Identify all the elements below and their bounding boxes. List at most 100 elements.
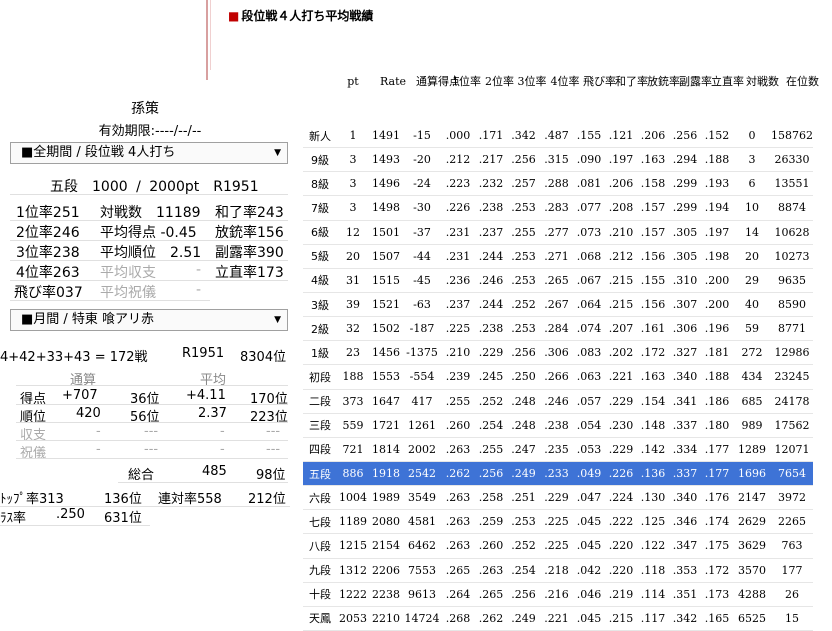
divider [10, 300, 210, 301]
table-cell: .239 [441, 364, 475, 390]
stat-1st-rate: 1位率251 [16, 205, 80, 221]
row-rank-label: 十段 [303, 582, 337, 607]
table-cell: 1647 [369, 389, 403, 414]
table-cell: .157 [637, 195, 669, 221]
row-rank-label: 九段 [303, 558, 337, 583]
table-cell: .000 [441, 124, 475, 149]
table-cell: .258 [475, 485, 507, 511]
row-rank-label: 六段 [303, 485, 337, 511]
table-cell: .232 [475, 171, 507, 197]
table-cell: .229 [605, 389, 637, 414]
last-rate: .250 [56, 507, 85, 522]
table-cell: .284 [540, 316, 573, 342]
table-cell: .255 [475, 437, 507, 462]
table-cell: .163 [637, 364, 669, 390]
table-cell: -20 [403, 147, 441, 173]
header-label: 3位率 [517, 75, 547, 88]
table-cell: 1456 [369, 340, 403, 366]
table-cell: .042 [573, 558, 605, 583]
table-cell: 3 [337, 195, 369, 221]
table-cell: 373 [337, 389, 369, 414]
table-cell: 1507 [369, 244, 403, 269]
table-cell: 1004 [337, 485, 369, 511]
table-cell: -44 [403, 244, 441, 269]
table-cell: .130 [637, 485, 669, 511]
period-select-monthly[interactable]: ■月間 / 特東 喰アリ赤 ▼ [10, 309, 288, 331]
table-cell: 24178 [771, 389, 813, 414]
row-rank-label: 2級 [303, 316, 337, 342]
table-cell: .288 [540, 171, 573, 197]
table-cell: 9635 [771, 268, 813, 293]
stat-deal-in-rate: 放銃率156 [215, 225, 284, 241]
table-cell: 417 [403, 389, 441, 414]
table-cell: .053 [573, 437, 605, 462]
table-cell: .235 [540, 437, 573, 462]
table-cell: 3 [337, 171, 369, 197]
monthly-games: 4+42+33+43 = 172戦 [0, 350, 148, 365]
table-cell: -15 [403, 124, 441, 149]
table-cell: .158 [637, 171, 669, 197]
divider [16, 422, 288, 423]
table-cell: .307 [669, 292, 701, 318]
table-cell: .248 [507, 413, 540, 438]
table-cell: 23 [337, 340, 369, 366]
table-cell: -37 [403, 220, 441, 245]
table-cell: .157 [637, 220, 669, 245]
row-rank-label: 5級 [303, 244, 337, 269]
table-cell: .226 [605, 461, 637, 487]
divider [0, 506, 290, 507]
table-cell: .256 [669, 124, 701, 149]
table-cell: 1814 [369, 437, 403, 462]
rank-avg: 2.37 [198, 406, 227, 421]
row-rank-label: 新人 [303, 124, 337, 149]
top-rate: ﾄｯﾌﾟ率313 [0, 492, 64, 507]
table-cell: .163 [637, 147, 669, 173]
table-cell: 886 [337, 461, 369, 487]
table-cell: .253 [507, 244, 540, 269]
table-cell: .256 [475, 461, 507, 487]
rank-summary: 五段 1000 / 2000pt R1951 [50, 179, 259, 195]
table-cell: .256 [507, 582, 540, 607]
table-cell: .351 [669, 582, 701, 607]
table-cell: .253 [507, 195, 540, 221]
period-select-all[interactable]: ■全期間 / 段位戦 4人打ち ▼ [10, 142, 288, 164]
table-cell: .245 [475, 364, 507, 390]
table-cell: .266 [540, 364, 573, 390]
table-cell: .254 [475, 413, 507, 438]
table-cell: .212 [605, 244, 637, 269]
divider [10, 260, 288, 261]
stat-2nd-rate: 2位率246 [16, 225, 80, 241]
table-cell: 1696 [733, 461, 771, 487]
row-rank-label: 8級 [303, 171, 337, 197]
table-cell: .265 [475, 582, 507, 607]
rentai-rate-rank: 212位 [248, 492, 286, 507]
table-cell: .200 [701, 268, 733, 293]
table-cell: 2147 [733, 485, 771, 511]
table-cell: 8771 [771, 316, 813, 342]
table-cell: 4581 [403, 509, 441, 535]
stat-avg-balance-value: - [196, 262, 202, 278]
table-cell: 1515 [369, 268, 403, 293]
table-cell: 3570 [733, 558, 771, 583]
table-cell: .083 [573, 340, 605, 366]
header-accent-line-faint [210, 0, 211, 70]
table-cell: .231 [441, 220, 475, 245]
table-cell: .077 [573, 195, 605, 221]
table-cell: .263 [475, 558, 507, 583]
table-cell: .047 [573, 485, 605, 511]
divider [16, 404, 288, 405]
table-cell: .305 [669, 220, 701, 245]
table-cell: .265 [441, 558, 475, 583]
table-row: 十段 1222 2238 9613.264.265.256.216.046.219.1… [303, 582, 813, 607]
overall-label: 総合 [128, 468, 155, 483]
table-cell: 32 [337, 316, 369, 342]
balance-avg-rank: --- [266, 424, 281, 439]
table-cell: 14 [733, 220, 771, 245]
divider [0, 525, 150, 526]
table-cell: 1521 [369, 292, 403, 318]
table-cell: 1289 [733, 437, 771, 462]
divider [16, 385, 288, 386]
overall-rank: 98位 [256, 468, 286, 483]
table-cell: .180 [701, 413, 733, 438]
table-cell: .264 [441, 582, 475, 607]
